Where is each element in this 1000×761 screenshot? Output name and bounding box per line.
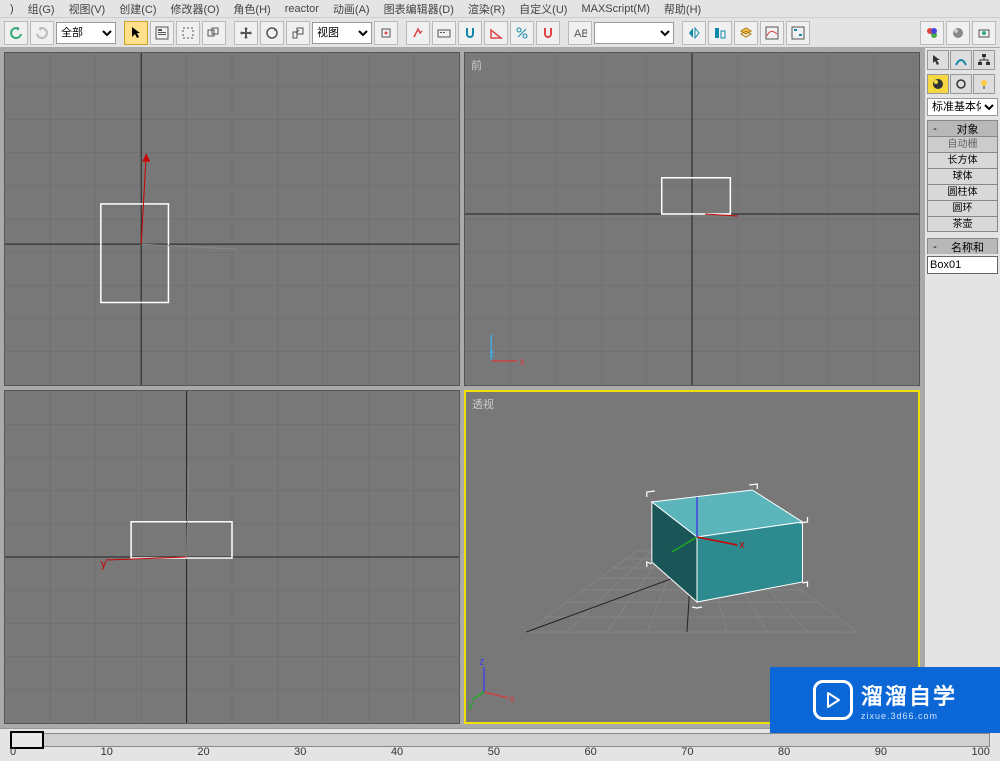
menu-item[interactable]: 渲染(R) bbox=[462, 1, 511, 17]
render-scene-icon[interactable] bbox=[946, 21, 970, 45]
curve-editor-icon[interactable] bbox=[760, 21, 784, 45]
autogrid-checkbox[interactable]: 自动栅 bbox=[927, 136, 998, 152]
geometry-cat-icon[interactable] bbox=[927, 74, 949, 94]
layers-icon[interactable] bbox=[734, 21, 758, 45]
menu-item[interactable]: 创建(C) bbox=[113, 1, 162, 17]
modify-tab-icon[interactable] bbox=[950, 50, 972, 70]
svg-text:z: z bbox=[479, 656, 485, 668]
timeline-ticks: 0102030405060708090100 bbox=[10, 746, 990, 754]
scale-tool-icon[interactable] bbox=[286, 21, 310, 45]
render-icon[interactable] bbox=[972, 21, 996, 45]
viewport-grid: 前 z x bbox=[0, 48, 924, 728]
svg-text:y: y bbox=[468, 699, 474, 711]
rotate-tool-icon[interactable] bbox=[260, 21, 284, 45]
menu-item[interactable]: 角色(H) bbox=[227, 1, 276, 17]
svg-text:x: x bbox=[739, 539, 745, 551]
svg-text:x: x bbox=[519, 356, 525, 368]
manipulate-icon[interactable] bbox=[406, 21, 430, 45]
named-selection-list[interactable] bbox=[594, 22, 674, 44]
lights-cat-icon[interactable] bbox=[973, 74, 995, 94]
menu-item[interactable]: 动画(A) bbox=[327, 1, 376, 17]
menu-item[interactable]: MAXScript(M) bbox=[575, 3, 655, 15]
main-toolbar: 全部 视图 ABC bbox=[0, 18, 1000, 48]
shapes-cat-icon[interactable] bbox=[950, 74, 972, 94]
undo-icon[interactable] bbox=[4, 21, 28, 45]
material-editor-icon[interactable] bbox=[920, 21, 944, 45]
object-type-sphere[interactable]: 球体 bbox=[927, 168, 998, 184]
viewport-front[interactable]: 前 z x bbox=[464, 52, 920, 386]
mirror-icon[interactable] bbox=[682, 21, 706, 45]
watermark-url: zixue.3d66.com bbox=[861, 711, 957, 721]
svg-text:ABC: ABC bbox=[574, 28, 587, 40]
command-panel: 标准基本体 -对象 自动栅 长方体 球体 圆柱体 圆环 茶壶 -名称和 bbox=[924, 48, 1000, 728]
pivot-icon[interactable] bbox=[374, 21, 398, 45]
menu-item[interactable]: 视图(V) bbox=[63, 1, 112, 17]
named-selection-icon[interactable]: ABC bbox=[568, 21, 592, 45]
move-tool-icon[interactable] bbox=[234, 21, 258, 45]
object-category-dropdown[interactable]: 标准基本体 bbox=[927, 98, 998, 116]
menu-item[interactable]: 组(G) bbox=[22, 1, 61, 17]
object-name-input[interactable] bbox=[927, 256, 998, 274]
svg-text:z: z bbox=[489, 348, 495, 360]
schematic-view-icon[interactable] bbox=[786, 21, 810, 45]
align-icon[interactable] bbox=[708, 21, 732, 45]
keyboard-shortcut-icon[interactable] bbox=[432, 21, 456, 45]
object-type-teapot[interactable]: 茶壶 bbox=[927, 216, 998, 232]
create-tab-icon[interactable] bbox=[927, 50, 949, 70]
snap-toggle-icon[interactable] bbox=[458, 21, 482, 45]
watermark-banner: 溜溜自学 zixue.3d66.com bbox=[770, 667, 1000, 733]
hierarchy-tab-icon[interactable] bbox=[973, 50, 995, 70]
viewport-left[interactable]: y bbox=[4, 390, 460, 724]
window-crossing-icon[interactable] bbox=[202, 21, 226, 45]
percent-snap-icon[interactable] bbox=[510, 21, 534, 45]
svg-text:x: x bbox=[509, 693, 515, 705]
object-type-box[interactable]: 长方体 bbox=[927, 152, 998, 168]
object-type-torus[interactable]: 圆环 bbox=[927, 200, 998, 216]
select-tool-icon[interactable] bbox=[124, 21, 148, 45]
menu-item[interactable]: reactor bbox=[279, 3, 325, 15]
menu-item[interactable]: 修改器(O) bbox=[165, 1, 226, 17]
redo-icon[interactable] bbox=[30, 21, 54, 45]
select-region-icon[interactable] bbox=[176, 21, 200, 45]
object-type-cylinder[interactable]: 圆柱体 bbox=[927, 184, 998, 200]
menu-item[interactable]: 自定义(U) bbox=[513, 1, 573, 17]
menu-item[interactable]: 帮助(H) bbox=[658, 1, 707, 17]
timeline-track[interactable] bbox=[10, 733, 990, 747]
menu-item[interactable]: ) bbox=[4, 3, 20, 15]
menu-bar: ) 组(G) 视图(V) 创建(C) 修改器(O) 角色(H) reactor … bbox=[0, 0, 1000, 18]
svg-text:y: y bbox=[101, 558, 107, 570]
rollout-name-color[interactable]: -名称和 bbox=[927, 238, 998, 254]
watermark-title: 溜溜自学 bbox=[861, 679, 957, 711]
play-icon bbox=[813, 680, 853, 720]
reference-coord[interactable]: 视图 bbox=[312, 22, 372, 44]
viewport-label-front: 前 bbox=[471, 57, 482, 73]
viewport-label-perspective: 透视 bbox=[472, 396, 494, 412]
angle-snap-icon[interactable] bbox=[484, 21, 508, 45]
viewport-top[interactable] bbox=[4, 52, 460, 386]
spinner-snap-icon[interactable] bbox=[536, 21, 560, 45]
rollout-object-type[interactable]: -对象 bbox=[927, 120, 998, 136]
select-by-name-icon[interactable] bbox=[150, 21, 174, 45]
selection-filter[interactable]: 全部 bbox=[56, 22, 116, 44]
menu-item[interactable]: 图表编辑器(D) bbox=[378, 1, 460, 17]
